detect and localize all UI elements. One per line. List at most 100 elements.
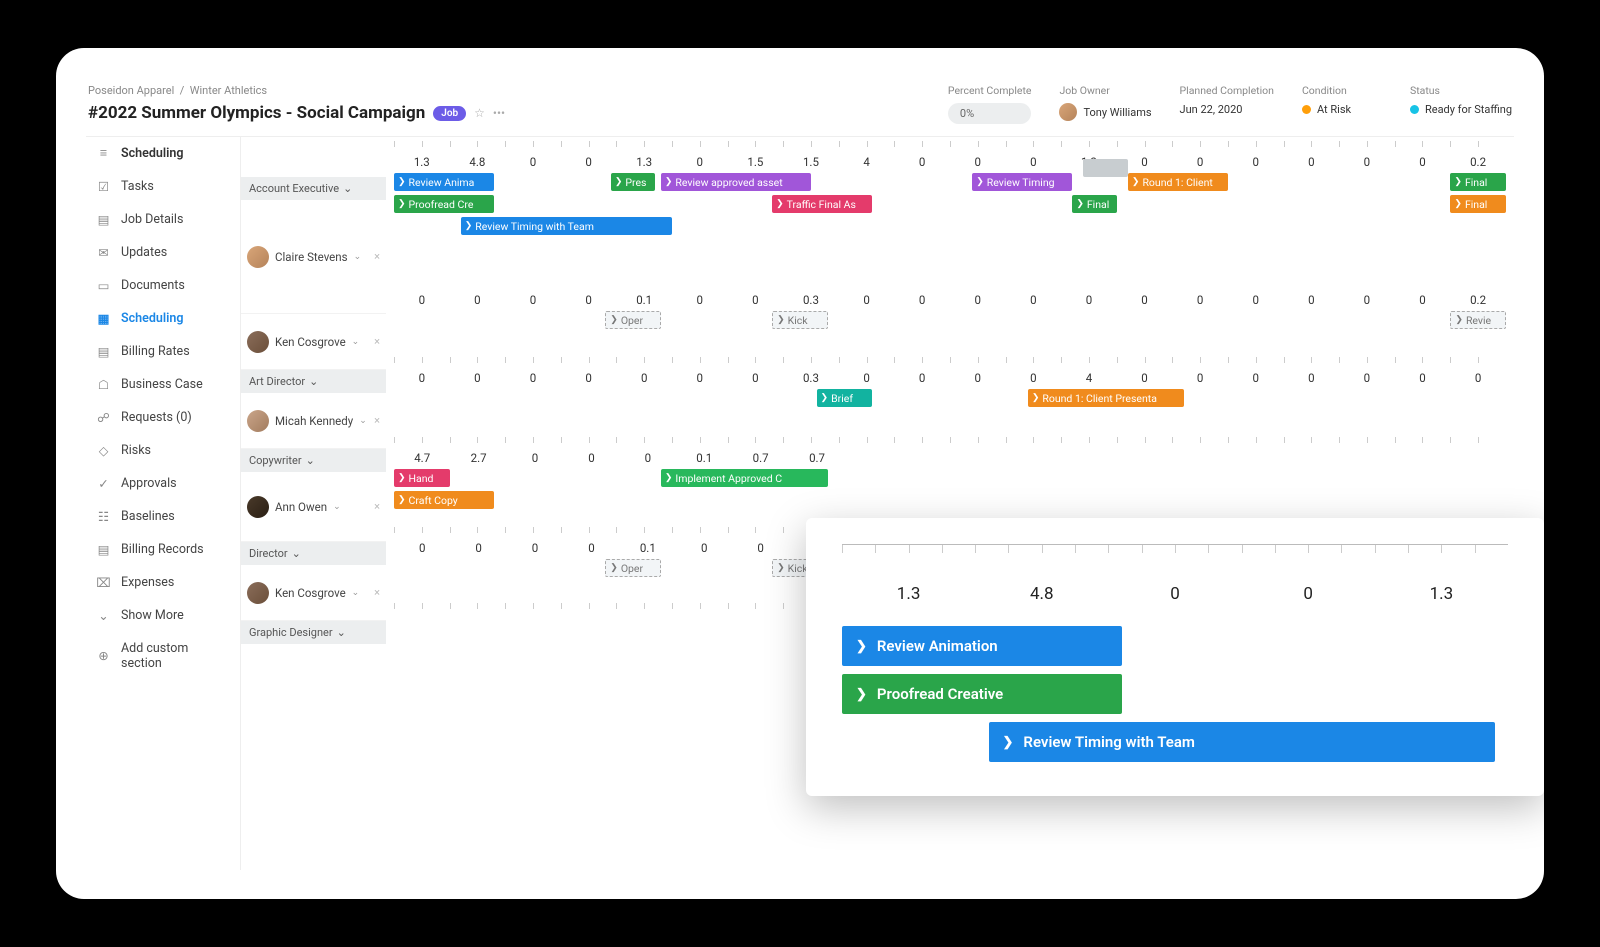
hours-cell: 0 [672, 155, 728, 169]
task-bar[interactable]: ❯Review Anima [394, 173, 494, 191]
person-row[interactable]: Ann Owen⌄ × [241, 472, 386, 542]
sidebar-item-billing-records[interactable]: ▤Billing Records [86, 533, 240, 566]
status: Ready for Staffing [1425, 103, 1512, 116]
task-bar[interactable]: ❯Review Animation [842, 626, 1122, 666]
task-bar[interactable]: ❯Kick [772, 311, 828, 329]
breadcrumb-link[interactable]: Poseidon Apparel [88, 84, 174, 97]
sidebar-header: ≡ Scheduling [86, 137, 240, 170]
hours-cell: 0 [1172, 293, 1228, 307]
close-icon[interactable]: × [374, 586, 380, 599]
sidebar-item-requests[interactable]: ☍Requests (0) [86, 401, 240, 434]
avatar [1059, 103, 1077, 121]
task-bar[interactable]: ❯Hand [394, 469, 450, 487]
person-row[interactable]: Claire Stevens⌄ × [241, 200, 386, 314]
sidebar-item-risks[interactable]: ◇Risks [86, 434, 240, 467]
rates-icon: ▤ [96, 344, 111, 359]
star-icon[interactable]: ☆ [474, 106, 485, 120]
chevron-right-icon: ❯ [610, 563, 618, 573]
sidebar-item-show-more[interactable]: ⌄Show More [86, 599, 240, 632]
more-icon[interactable]: ••• [493, 106, 505, 120]
sidebar-item-expenses[interactable]: ⌧Expenses [86, 566, 240, 599]
task-bar[interactable]: ❯Review Timing with Team [461, 217, 672, 235]
hours-cell: 0 [839, 371, 895, 385]
breadcrumb-link[interactable]: Winter Athletics [190, 84, 267, 97]
sidebar-item-add-section[interactable]: ⊕Add custom section [86, 632, 240, 680]
hours-cell: 1.3 [616, 155, 672, 169]
hours-cell: 0 [950, 155, 1006, 169]
sidebar-item-updates[interactable]: ✉Updates [86, 236, 240, 269]
planned-date: Jun 22, 2020 [1180, 103, 1274, 116]
task-bar[interactable] [1083, 159, 1127, 177]
timeline-ruler [842, 544, 1508, 554]
hours-cell: 0 [1061, 293, 1117, 307]
meta-label: Planned Completion [1180, 84, 1274, 97]
hours-cell: 0 [1284, 293, 1340, 307]
sidebar-item-baselines[interactable]: ☷Baselines [86, 500, 240, 533]
status-dot-icon [1410, 105, 1419, 114]
task-bar[interactable]: ❯Revie [1450, 311, 1506, 329]
task-bar[interactable]: ❯Proofread Creative [842, 674, 1122, 714]
role-group[interactable]: Copywriter ⌄ [241, 449, 386, 472]
sidebar-item-approvals[interactable]: ✓Approvals [86, 467, 240, 500]
task-bar[interactable]: ❯Brief [817, 389, 873, 407]
hours-cell: 0 [394, 541, 450, 555]
chevron-down-icon: ⌄ [306, 454, 315, 467]
person-row[interactable]: Ken Cosgrove⌄ × [241, 314, 386, 370]
avatar [247, 496, 269, 518]
checklist-icon: ☑ [96, 179, 111, 194]
hours-cell: 0 [505, 371, 561, 385]
hours-cell: 0 [507, 451, 563, 465]
sidebar-item-documents[interactable]: ▭Documents [86, 269, 240, 302]
role-group[interactable]: Art Director ⌄ [241, 370, 386, 393]
chevron-right-icon: ❯ [976, 177, 984, 187]
hours-row: 00000000.3000040000000 [394, 371, 1506, 385]
task-bar[interactable]: ❯Oper [605, 311, 661, 329]
chevron-down-icon: ⌄ [337, 626, 346, 639]
task-bar[interactable]: ❯Oper [605, 559, 661, 577]
task-bar[interactable]: ❯Traffic Final As [772, 195, 872, 213]
close-icon[interactable]: × [374, 414, 380, 427]
hours-cell: 0.1 [676, 451, 732, 465]
task-bar[interactable]: ❯Final [1072, 195, 1116, 213]
task-bar[interactable]: ❯Review Timing [972, 173, 1072, 191]
sidebar-item-scheduling[interactable]: ▦Scheduling [86, 302, 240, 335]
task-bar[interactable]: ❯Round 1: Client [1128, 173, 1228, 191]
hours-cell: 0 [450, 371, 506, 385]
task-bar[interactable]: ❯Final [1450, 173, 1506, 191]
close-icon[interactable]: × [374, 250, 380, 263]
task-bar[interactable]: ❯Review approved asset [661, 173, 811, 191]
role-group[interactable]: Director ⌄ [241, 542, 386, 565]
close-icon[interactable]: × [374, 500, 380, 513]
breadcrumb: Poseidon Apparel / Winter Athletics [88, 84, 948, 97]
approval-icon: ✓ [96, 476, 111, 491]
task-bar[interactable]: ❯Review Timing with Team [989, 722, 1495, 762]
sidebar-item-tasks[interactable]: ☑Tasks [86, 170, 240, 203]
task-bar[interactable]: ❯Craft Copy [394, 491, 494, 509]
avatar [247, 410, 269, 432]
app-frame: Poseidon Apparel / Winter Athletics #202… [56, 48, 1544, 899]
hours-cell: 0 [1172, 371, 1228, 385]
hours-cell: 0 [1117, 293, 1173, 307]
hours-cell: 0.2 [1450, 155, 1506, 169]
task-bar[interactable]: ❯Final [1450, 195, 1506, 213]
task-bar[interactable]: ❯Pres [611, 173, 655, 191]
close-icon[interactable]: × [374, 335, 380, 348]
role-group[interactable]: Account Executive ⌄ [241, 177, 386, 200]
task-bar[interactable]: ❯Round 1: Client Presenta [1028, 389, 1184, 407]
task-bar[interactable]: ❯Implement Approved C [661, 469, 828, 487]
person-row[interactable]: Micah Kennedy⌄ × [241, 393, 386, 449]
sidebar-item-billing-rates[interactable]: ▤Billing Rates [86, 335, 240, 368]
hours-row: 1.34.8001.3 [842, 584, 1508, 604]
timeline-ruler [394, 357, 1506, 365]
sidebar-item-job-details[interactable]: ▤Job Details [86, 203, 240, 236]
sidebar-item-business-case[interactable]: ☖Business Case [86, 368, 240, 401]
chevron-right-icon: ❯ [1003, 735, 1014, 750]
role-group[interactable]: Graphic Designer ⌄ [241, 621, 386, 644]
hours-cell: 0 [394, 293, 450, 307]
hours-cell: 0 [672, 371, 728, 385]
meta-label: Job Owner [1059, 84, 1151, 97]
hours-cell: 0 [1284, 371, 1340, 385]
hours-cell: 0 [676, 541, 732, 555]
person-row[interactable]: Ken Cosgrove⌄ × [241, 565, 386, 621]
task-bar[interactable]: ❯Proofread Cre [394, 195, 494, 213]
